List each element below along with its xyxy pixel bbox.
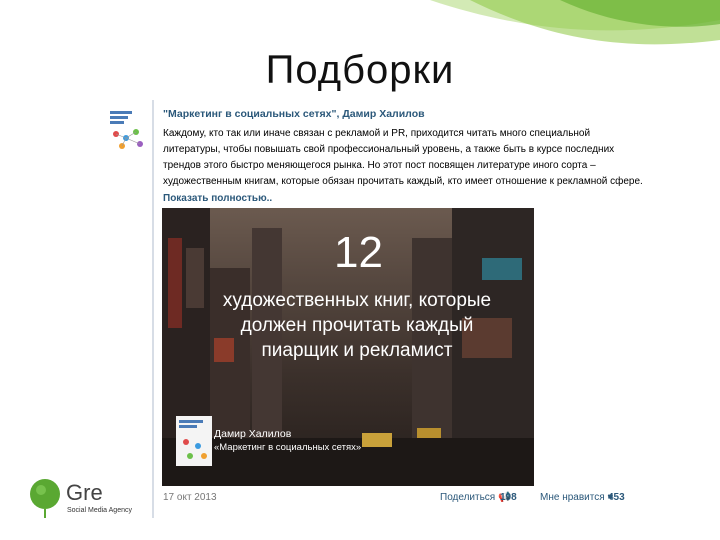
post-text-line: литературы, чтобы повышать свой професси… xyxy=(163,144,615,155)
post-text-line: Каждому, кто так или иначе связан с рекл… xyxy=(163,128,591,139)
like-label: Мне нравится xyxy=(540,492,605,503)
slide-title: Подборки xyxy=(265,48,455,92)
share-label: Поделиться xyxy=(440,492,496,503)
logo-subtitle: Social Media Agency xyxy=(67,507,132,514)
book-cover-thumbnail[interactable] xyxy=(108,108,150,154)
share-count: 198 xyxy=(500,492,517,503)
logo-name: Gre xyxy=(66,480,103,505)
post-date[interactable]: 17 окт 2013 xyxy=(163,492,217,503)
show-more-link[interactable]: Показать полностью.. xyxy=(163,193,663,204)
post-header: "Маркетинг в социальных сетях", Дамир Ха… xyxy=(163,108,663,204)
logo-mark xyxy=(30,479,60,518)
post-image[interactable]: 12 художественных книг, которые должен п… xyxy=(162,208,534,486)
post-text: Каждому, кто так или иначе связан с рекл… xyxy=(163,126,663,190)
post-title-link[interactable]: "Маркетинг в социальных сетях", Дамир Ха… xyxy=(163,108,663,120)
book-cover-icon xyxy=(176,416,212,466)
post-text-line: художественным книгам, которые обязан пр… xyxy=(163,176,643,187)
image-headline: художественных книг, которые должен проч… xyxy=(192,288,522,363)
like-count: 453 xyxy=(608,492,625,503)
like-button[interactable]: Мне нравится ♥ xyxy=(540,492,613,503)
divider xyxy=(152,100,154,518)
image-author: Дамир Халилов xyxy=(214,428,292,440)
image-book-title: «Маркетинг в социальных сетях» xyxy=(214,442,362,453)
post-text-line: трендов этого быстро меняющегося рынка. … xyxy=(163,160,596,171)
image-headline-line: должен прочитать каждый xyxy=(240,315,474,336)
image-headline-line: пиарщик и рекламист xyxy=(261,340,453,361)
image-number: 12 xyxy=(334,228,383,277)
image-headline-line: художественных книг, которые xyxy=(222,290,492,311)
